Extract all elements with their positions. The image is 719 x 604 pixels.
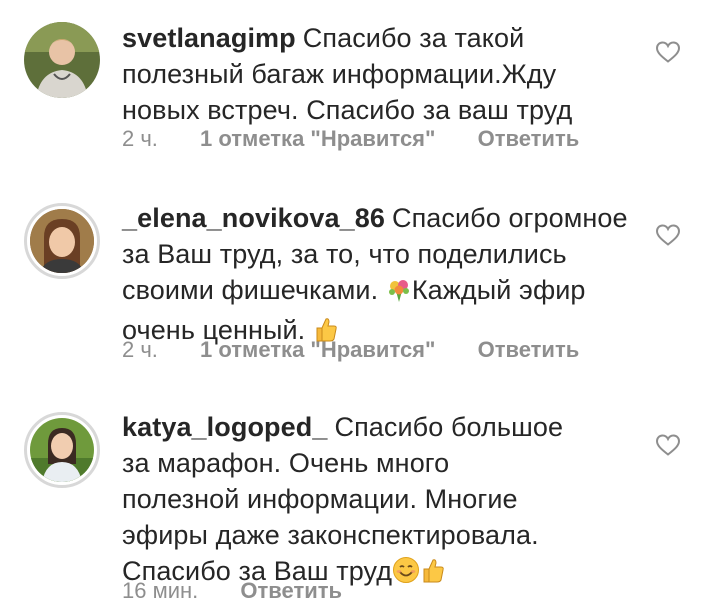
- reply-button[interactable]: Ответить: [478, 337, 580, 363]
- comment-time: 2 ч.: [122, 337, 158, 362]
- comment-text: svetlanagimp Спасибо за такой полезный ба…: [122, 20, 637, 128]
- avatar[interactable]: [24, 203, 100, 279]
- smiling-face-emoji: [392, 556, 420, 593]
- avatar[interactable]: [24, 412, 100, 488]
- comment-time: 2 ч.: [122, 126, 158, 151]
- reply-button[interactable]: Ответить: [478, 126, 580, 152]
- comment-meta: 2 ч. 1 отметка "Нравится" Ответить: [122, 337, 615, 363]
- comment-meta: 2 ч. 1 отметка "Нравится" Ответить: [122, 126, 615, 152]
- comment-text: _elena_novikova_86 Спасибо огромное за Ва…: [122, 200, 637, 352]
- thumbs-up-emoji: [420, 556, 446, 593]
- comment-time: 16 мин.: [122, 578, 199, 603]
- comment-likes-count[interactable]: 1 отметка "Нравится": [200, 337, 435, 363]
- comment-meta: 16 мин. Ответить: [122, 578, 378, 604]
- reply-button[interactable]: Ответить: [240, 578, 342, 604]
- comment-username[interactable]: katya_logoped_: [122, 412, 327, 442]
- avatar[interactable]: [24, 22, 100, 98]
- heart-outline-icon[interactable]: [655, 40, 681, 64]
- heart-outline-icon[interactable]: [655, 433, 681, 457]
- comment-likes-count[interactable]: 1 отметка "Нравится": [200, 126, 435, 152]
- bouquet-emoji: [386, 276, 412, 312]
- comment-username[interactable]: svetlanagimp: [122, 23, 296, 53]
- comment-text: katya_logoped_ Спасибо большое за марафон…: [122, 409, 572, 593]
- comment-username[interactable]: _elena_novikova_86: [122, 203, 385, 233]
- heart-outline-icon[interactable]: [655, 223, 681, 247]
